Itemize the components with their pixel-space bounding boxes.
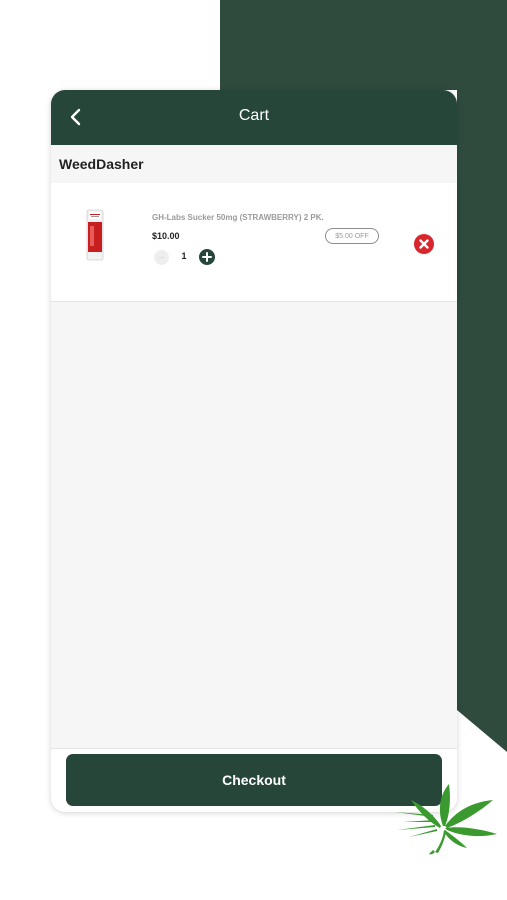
store-name: WeedDasher — [59, 156, 144, 172]
product-price: $10.00 — [152, 231, 180, 241]
quantity-value: 1 — [181, 251, 187, 261]
product-name: GH-Labs Sucker 50mg (STRAWBERRY) 2 PK. — [152, 213, 324, 222]
page-title: Cart — [238, 107, 270, 124]
remove-item-button[interactable] — [414, 234, 434, 254]
cannabis-leaf-logo — [395, 784, 497, 855]
app-header: Cart — [51, 90, 457, 145]
cart-screen: Cart WeedDasher GH-Labs Sucker 50mg (STR… — [51, 90, 457, 812]
increase-quantity-button[interactable] — [199, 249, 215, 265]
cart-item: GH-Labs Sucker 50mg (STRAWBERRY) 2 PK. $… — [51, 183, 457, 302]
discount-badge: $5.00 OFF — [325, 228, 379, 244]
product-image — [86, 209, 104, 261]
checkout-button[interactable]: Checkout — [66, 754, 442, 806]
minus-circle-icon — [158, 256, 165, 259]
close-circle-icon — [419, 239, 429, 249]
plus-circle-icon — [202, 252, 212, 262]
decrease-quantity-button[interactable] — [154, 250, 169, 265]
